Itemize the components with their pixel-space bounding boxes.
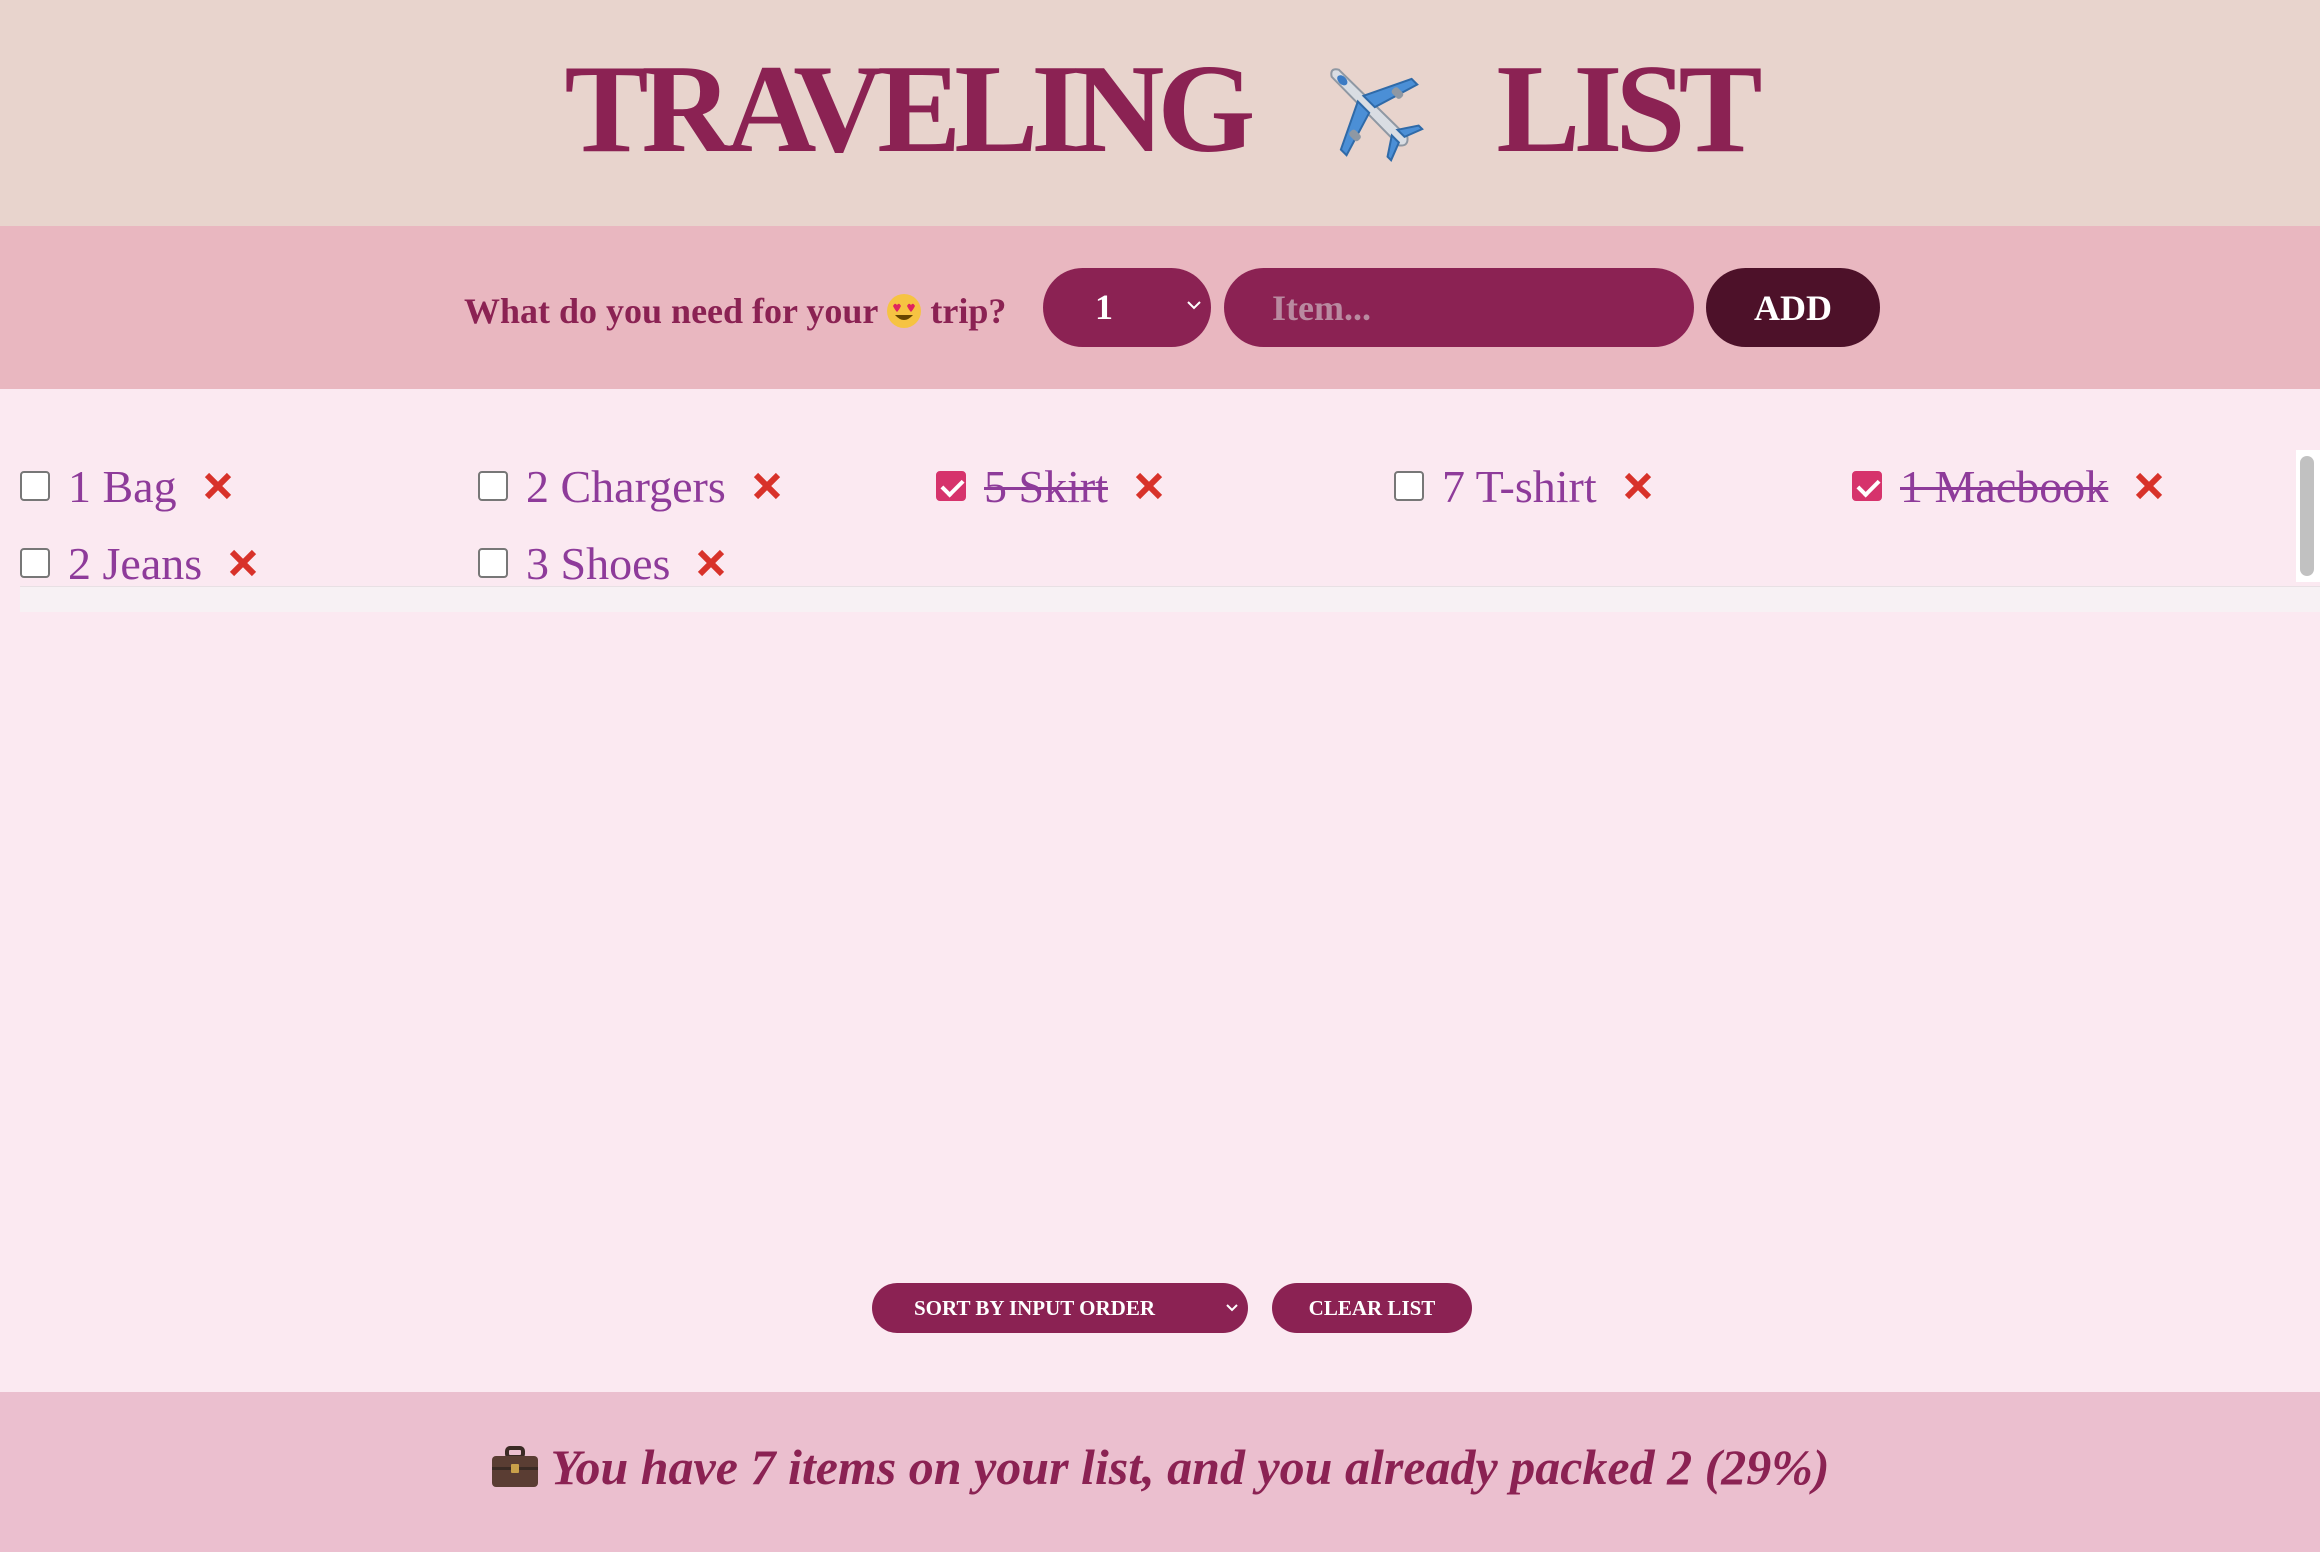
item-checkbox[interactable] (20, 471, 50, 501)
question-text-before: What do you need for your (464, 291, 879, 331)
item-label: 1 Bag (68, 460, 177, 512)
airplane-icon (1330, 68, 1425, 162)
item-label: 1 Macbook (1900, 460, 2109, 512)
list-item: 5 Skirt (936, 456, 1164, 516)
list-item: 2 Chargers (478, 456, 782, 516)
item-checkbox[interactable] (20, 548, 50, 578)
item-input[interactable] (1224, 268, 1694, 347)
title-right: LIST (1496, 40, 1762, 179)
list-item: 7 T-shirt (1394, 456, 1653, 516)
item-label: 3 Shoes (526, 537, 671, 589)
item-checkbox[interactable] (478, 548, 508, 578)
sort-select[interactable]: SORT BY INPUT ORDER (872, 1283, 1248, 1333)
item-checkbox[interactable] (478, 471, 508, 501)
list-item: 1 Macbook (1852, 456, 2164, 516)
briefcase-icon (492, 1446, 539, 1487)
list-scrollbar-thumb[interactable] (2300, 456, 2314, 576)
stats-footer: You have 7 items on your list, and you a… (0, 1392, 2320, 1552)
item-label: 2 Chargers (526, 460, 726, 512)
heart-eyes-smiley-icon (887, 294, 922, 328)
delete-x-icon[interactable] (228, 548, 258, 578)
quantity-select[interactable]: 1 (1043, 268, 1211, 347)
question-text-after: trip? (930, 291, 1007, 331)
delete-x-icon[interactable] (2134, 471, 2164, 501)
item-checkbox[interactable] (1852, 471, 1882, 501)
list-horizontal-scroll-area (20, 586, 2320, 612)
item-label: 7 T-shirt (1442, 460, 1597, 512)
app-header: TRAVELING LIST (0, 0, 2320, 226)
packing-stats: You have 7 items on your list, and you a… (490, 1438, 1830, 1496)
list-item: 3 Shoes (478, 533, 726, 593)
quantity-value: 1 (1095, 287, 1113, 327)
chevron-down-icon (1187, 301, 1201, 310)
item-label: 5 Skirt (984, 460, 1108, 512)
list-item: 2 Jeans (20, 533, 258, 593)
stats-text: You have 7 items on your list, and you a… (550, 1439, 1830, 1495)
title-left: TRAVELING (564, 40, 1255, 179)
delete-x-icon[interactable] (203, 471, 233, 501)
form-question: What do you need for your trip? (464, 290, 1006, 332)
chevron-down-icon (1226, 1304, 1238, 1312)
delete-x-icon[interactable] (696, 548, 726, 578)
packing-list: 1 Bag 2 Chargers 5 Skirt 7 T-shirt 1 Mac… (20, 448, 2300, 589)
item-checkbox[interactable] (1394, 471, 1424, 501)
clear-list-button[interactable]: CLEAR LIST (1272, 1283, 1472, 1333)
delete-x-icon[interactable] (1134, 471, 1164, 501)
list-item: 1 Bag (20, 456, 233, 516)
item-checkbox[interactable] (936, 471, 966, 501)
page-title: TRAVELING LIST (564, 40, 1762, 179)
delete-x-icon[interactable] (1623, 471, 1653, 501)
item-label: 2 Jeans (68, 537, 203, 589)
add-button[interactable]: ADD (1706, 268, 1880, 347)
delete-x-icon[interactable] (752, 471, 782, 501)
sort-value: SORT BY INPUT ORDER (914, 1296, 1156, 1320)
